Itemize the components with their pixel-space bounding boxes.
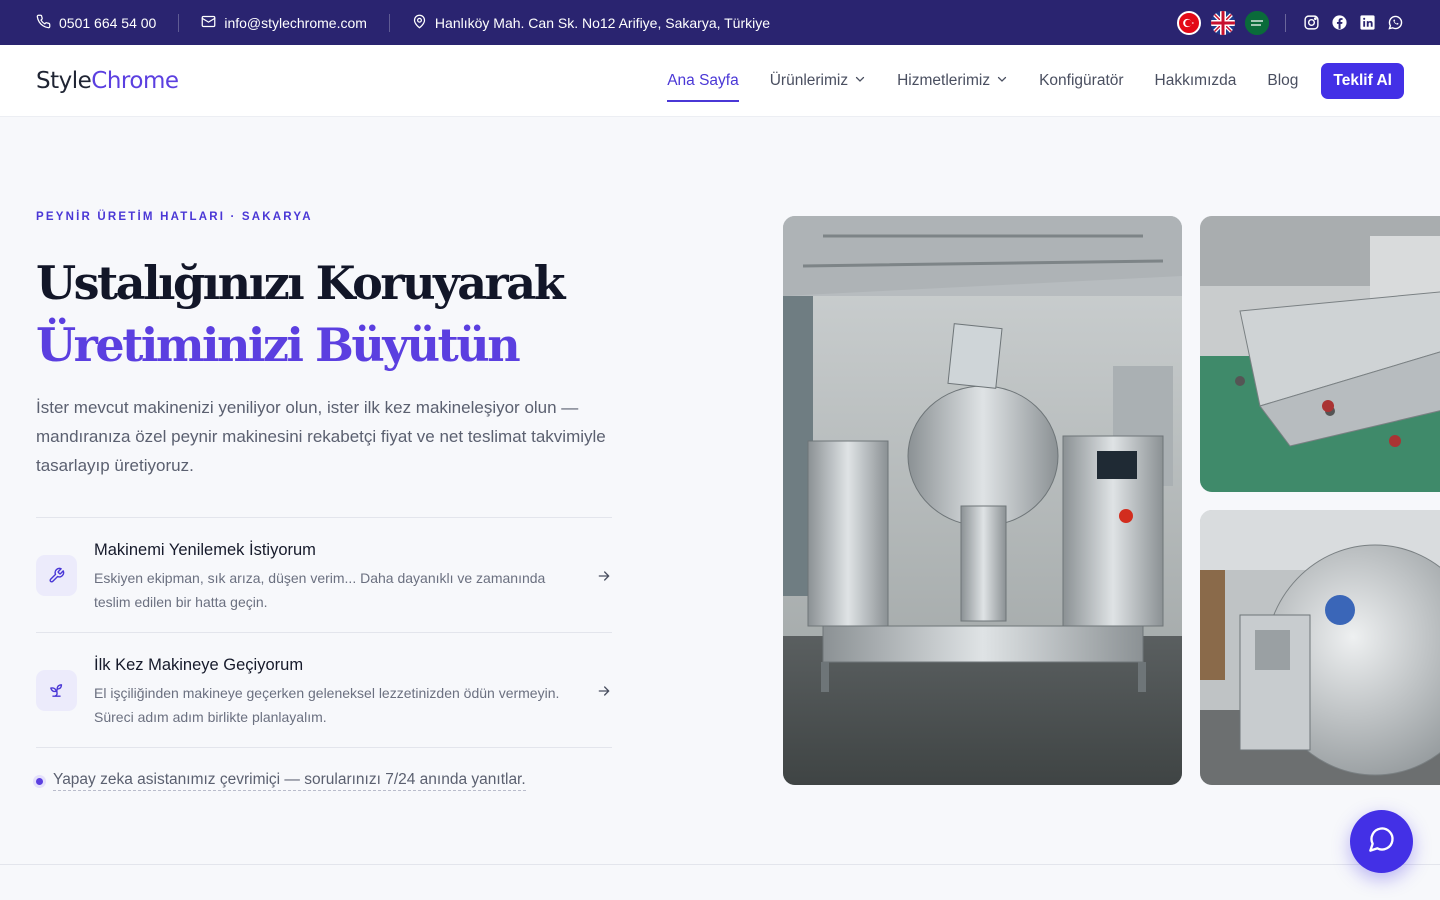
main-header: StyleChrome Ana Sayfa Ürünlerimiz Hizmet… xyxy=(0,45,1440,117)
hero-eyebrow: PEYNİR ÜRETİM HATLARI · SAKARYA xyxy=(36,211,313,223)
phone-link[interactable]: 0501 664 54 00 xyxy=(36,0,156,45)
topbar-divider xyxy=(388,13,390,32)
nav-item-label: Hizmetlerimiz xyxy=(897,71,991,89)
hero-image-production-line xyxy=(1200,216,1440,492)
uk-flag-icon[interactable] xyxy=(1211,10,1235,35)
wrench-icon xyxy=(36,555,77,596)
whatsapp-icon[interactable] xyxy=(1386,14,1404,32)
nav-item-label: Blog xyxy=(1267,71,1299,89)
map-pin-icon xyxy=(412,14,427,32)
option-first-machine[interactable]: İlk Kez Makineye Geçiyorum El işçiliğind… xyxy=(36,633,612,748)
option-title: İlk Kez Makineye Geçiyorum xyxy=(94,656,304,674)
nav-item-label: Hakkımızda xyxy=(1154,71,1237,89)
option-desc: El işçiliğinden makineye geçerken gelene… xyxy=(94,685,560,725)
main-nav: Ana Sayfa Ürünlerimiz Hizmetlerimiz Konf… xyxy=(667,45,1404,117)
turkey-flag-icon[interactable] xyxy=(1177,10,1201,35)
nav-item-configurator[interactable]: Konfigüratör xyxy=(1039,45,1123,117)
hero-title: Ustalığınızı Koruyarak Üretiminizi Büyüt… xyxy=(36,252,565,376)
site-logo[interactable]: StyleChrome xyxy=(36,68,179,94)
option-desc: Eskiyen ekipman, sık arıza, düşen verim.… xyxy=(94,570,546,610)
top-contact-bar: 0501 664 54 00 info@stylechrome.com Hanl… xyxy=(0,0,1440,45)
ai-assistant-note[interactable]: Yapay zeka asistanımız çevrimiçi — sorul… xyxy=(36,771,526,791)
option-renew-machine[interactable]: Makinemi Yenilemek İstiyorum Eskiyen eki… xyxy=(36,518,612,633)
nav-item-label: Konfigüratör xyxy=(1039,71,1124,89)
logo-text-style: Style xyxy=(36,67,92,94)
option-body: Makinemi Yenilemek İstiyorum Eskiyen eki… xyxy=(94,540,596,614)
saudi-flag-icon[interactable] xyxy=(1245,10,1269,35)
logo-text-chrome: Chrome xyxy=(91,67,179,94)
topbar-right xyxy=(1177,10,1404,35)
nav-item-blog[interactable]: Blog xyxy=(1267,45,1298,117)
hero-options: Makinemi Yenilemek İstiyorum Eskiyen eki… xyxy=(36,517,612,748)
hero-title-line1: Ustalığınızı Koruyarak xyxy=(36,256,565,310)
nav-item-products[interactable]: Ürünlerimiz xyxy=(770,45,866,117)
nav-item-home[interactable]: Ana Sayfa xyxy=(667,45,739,117)
email-text: info@stylechrome.com xyxy=(224,14,367,31)
option-title: Makinemi Yenilemek İstiyorum xyxy=(94,541,316,559)
hero-lead: İster mevcut makinenizi yeniliyor olun, … xyxy=(36,398,606,475)
topbar-divider xyxy=(178,13,180,32)
nav-item-label: Ürünlerimiz xyxy=(769,71,849,89)
arrow-right-icon xyxy=(596,683,612,699)
online-status-dot xyxy=(36,777,43,785)
instagram-icon[interactable] xyxy=(1302,14,1320,32)
nav-item-label: Ana Sayfa xyxy=(667,71,739,89)
arrow-right-icon xyxy=(596,568,612,584)
nav-item-services[interactable]: Hizmetlerimiz xyxy=(897,45,1008,117)
address-text: Hanlıköy Mah. Can Sk. No12 Arifiye, Saka… xyxy=(434,14,771,31)
section-divider xyxy=(0,864,1440,865)
phone-icon xyxy=(36,14,51,32)
get-quote-button[interactable]: Teklif Al xyxy=(1321,62,1404,99)
option-body: İlk Kez Makineye Geçiyorum El işçiliğind… xyxy=(94,655,596,729)
email-link[interactable]: info@stylechrome.com xyxy=(201,0,367,45)
chat-widget-button[interactable] xyxy=(1350,810,1413,873)
hero-image-milk-tank xyxy=(1200,510,1440,785)
nav-item-about[interactable]: Hakkımızda xyxy=(1155,45,1237,117)
hero-title-line2: Üretiminizi Büyütün xyxy=(36,318,521,372)
chevron-down-icon xyxy=(996,72,1008,90)
sprout-icon xyxy=(36,670,77,711)
topbar-divider xyxy=(1285,13,1286,32)
ai-note-text: Yapay zeka asistanımız çevrimiçi — sorul… xyxy=(53,771,526,791)
hero-image-cheese-vat xyxy=(783,216,1182,785)
chevron-down-icon xyxy=(854,72,866,90)
facebook-icon[interactable] xyxy=(1330,14,1348,32)
address-item: Hanlıköy Mah. Can Sk. No12 Arifiye, Saka… xyxy=(412,0,770,45)
chat-bubble-icon xyxy=(1368,825,1396,858)
mail-icon xyxy=(201,14,216,32)
phone-text: 0501 664 54 00 xyxy=(59,14,157,31)
linkedin-icon[interactable] xyxy=(1358,14,1376,32)
